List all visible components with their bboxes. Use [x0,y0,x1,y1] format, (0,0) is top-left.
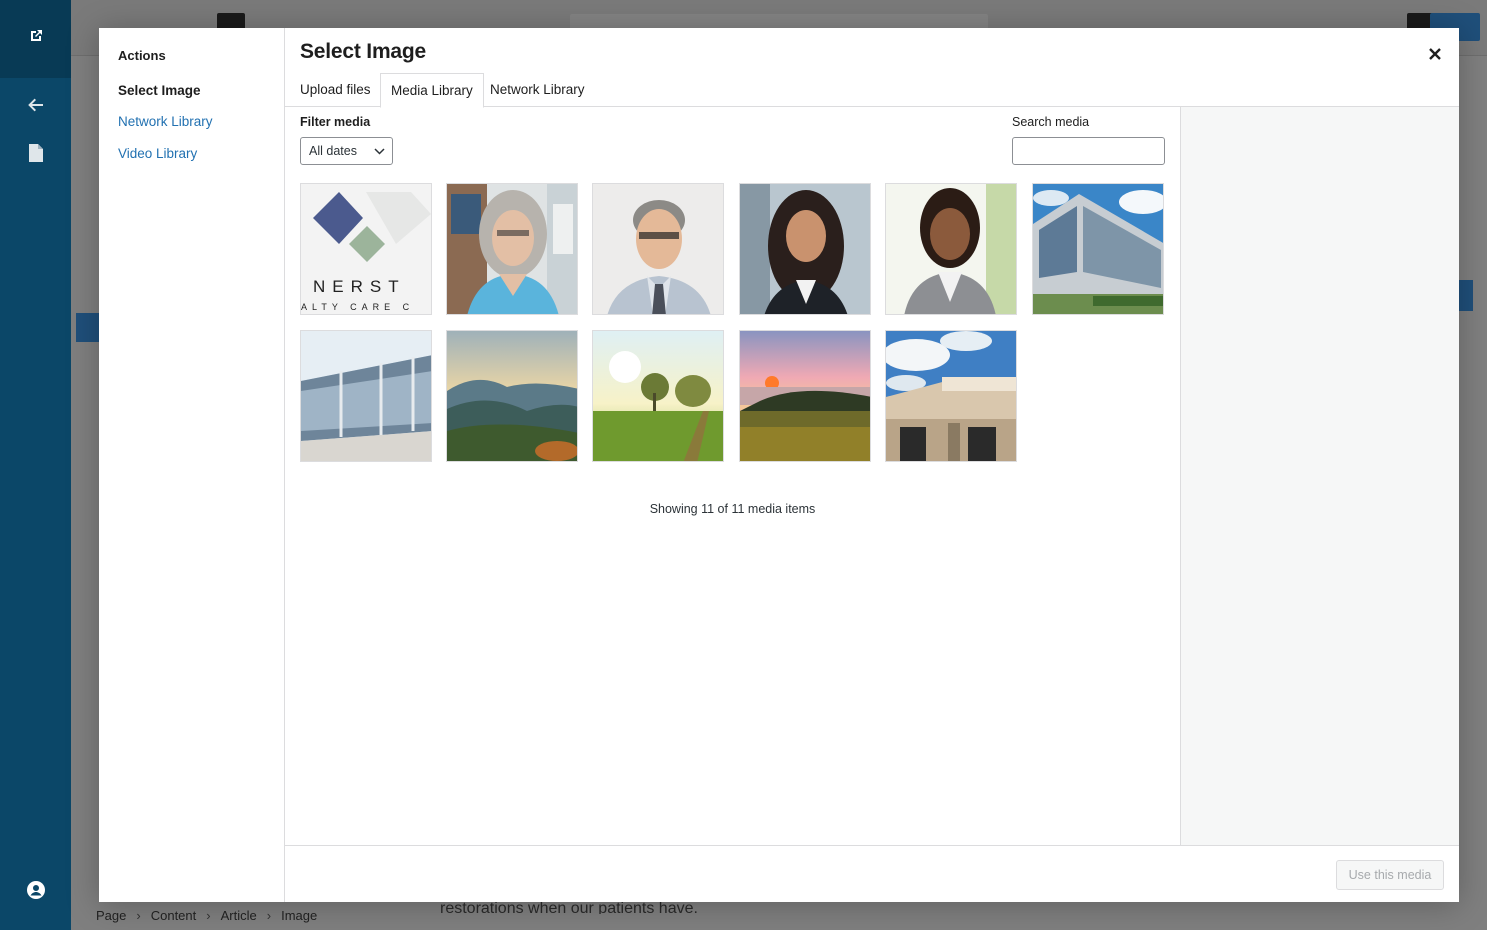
modal-menu: Actions Select Image Network Library Vid… [99,28,285,902]
media-item-storefront[interactable] [885,330,1017,462]
media-item-woman-smiling[interactable] [885,183,1017,315]
logo-text-line2: ALTY CARE C [301,302,414,312]
arrow-left-icon[interactable] [0,96,71,117]
chevron-down-icon [374,139,385,176]
modal-title: Select Image [300,40,426,63]
logo-text-line1: NERST [313,277,406,296]
user-account-icon[interactable] [0,880,71,903]
modal-footer: Use this media [285,845,1459,902]
breadcrumb-item[interactable]: Page [96,908,126,923]
media-item-mountain-valley[interactable] [446,330,578,462]
media-item-woman-gray-hair[interactable] [446,183,578,315]
menu-heading: Actions [118,48,166,63]
media-item-woman-dark-hair[interactable] [739,183,871,315]
menu-item-video-library[interactable]: Video Library [118,146,197,161]
media-item-sunset-field[interactable] [739,330,871,462]
breadcrumb-item[interactable]: Image [281,908,317,923]
date-filter-select[interactable]: All dates [300,137,393,165]
menu-item-select-image[interactable]: Select Image [118,83,201,98]
document-icon[interactable] [0,144,71,165]
modal-frame: Select Image Upload files Media Library … [285,28,1459,902]
media-item-logo[interactable]: NERST ALTY CARE C [300,183,432,315]
app-sidebar [0,0,71,930]
attachment-details-panel [1180,107,1459,845]
media-item-glass-building[interactable] [300,330,432,462]
media-item-man-glasses[interactable] [592,183,724,315]
external-link-icon[interactable] [0,28,71,49]
selected-block-indicator [76,313,100,342]
breadcrumb-separator: › [206,908,211,923]
media-modal: Actions Select Image Network Library Vid… [99,28,1459,902]
breadcrumb-separator: › [136,908,141,923]
breadcrumb-item[interactable]: Article [221,908,257,923]
tab-media-library[interactable]: Media Library [380,73,484,108]
media-count: Showing 11 of 11 media items [649,502,816,516]
close-icon[interactable] [1423,42,1447,66]
menu-item-network-library[interactable]: Network Library [118,114,213,129]
media-browser: Filter media All dates Search media NERS… [285,107,1180,845]
tab-upload-files[interactable]: Upload files [290,73,381,107]
editor-paragraph-text: restorations when our patients have. [440,900,698,914]
modal-tabs: Upload files Media Library Network Libra… [285,73,1459,108]
date-filter-value: All dates [309,144,357,158]
breadcrumb: Page › Content › Article › Image [96,908,317,923]
tab-network-library[interactable]: Network Library [480,73,595,107]
breadcrumb-item[interactable]: Content [151,908,197,923]
use-this-media-button[interactable]: Use this media [1336,860,1444,890]
search-media-input[interactable] [1012,137,1165,165]
media-item-office-building[interactable] [1032,183,1164,315]
media-item-sunny-meadow[interactable] [592,330,724,462]
filter-media-label: Filter media [300,115,371,129]
breadcrumb-separator: › [266,908,272,923]
search-media-label: Search media [1012,115,1090,129]
sidebar-action-button[interactable] [1459,280,1473,311]
